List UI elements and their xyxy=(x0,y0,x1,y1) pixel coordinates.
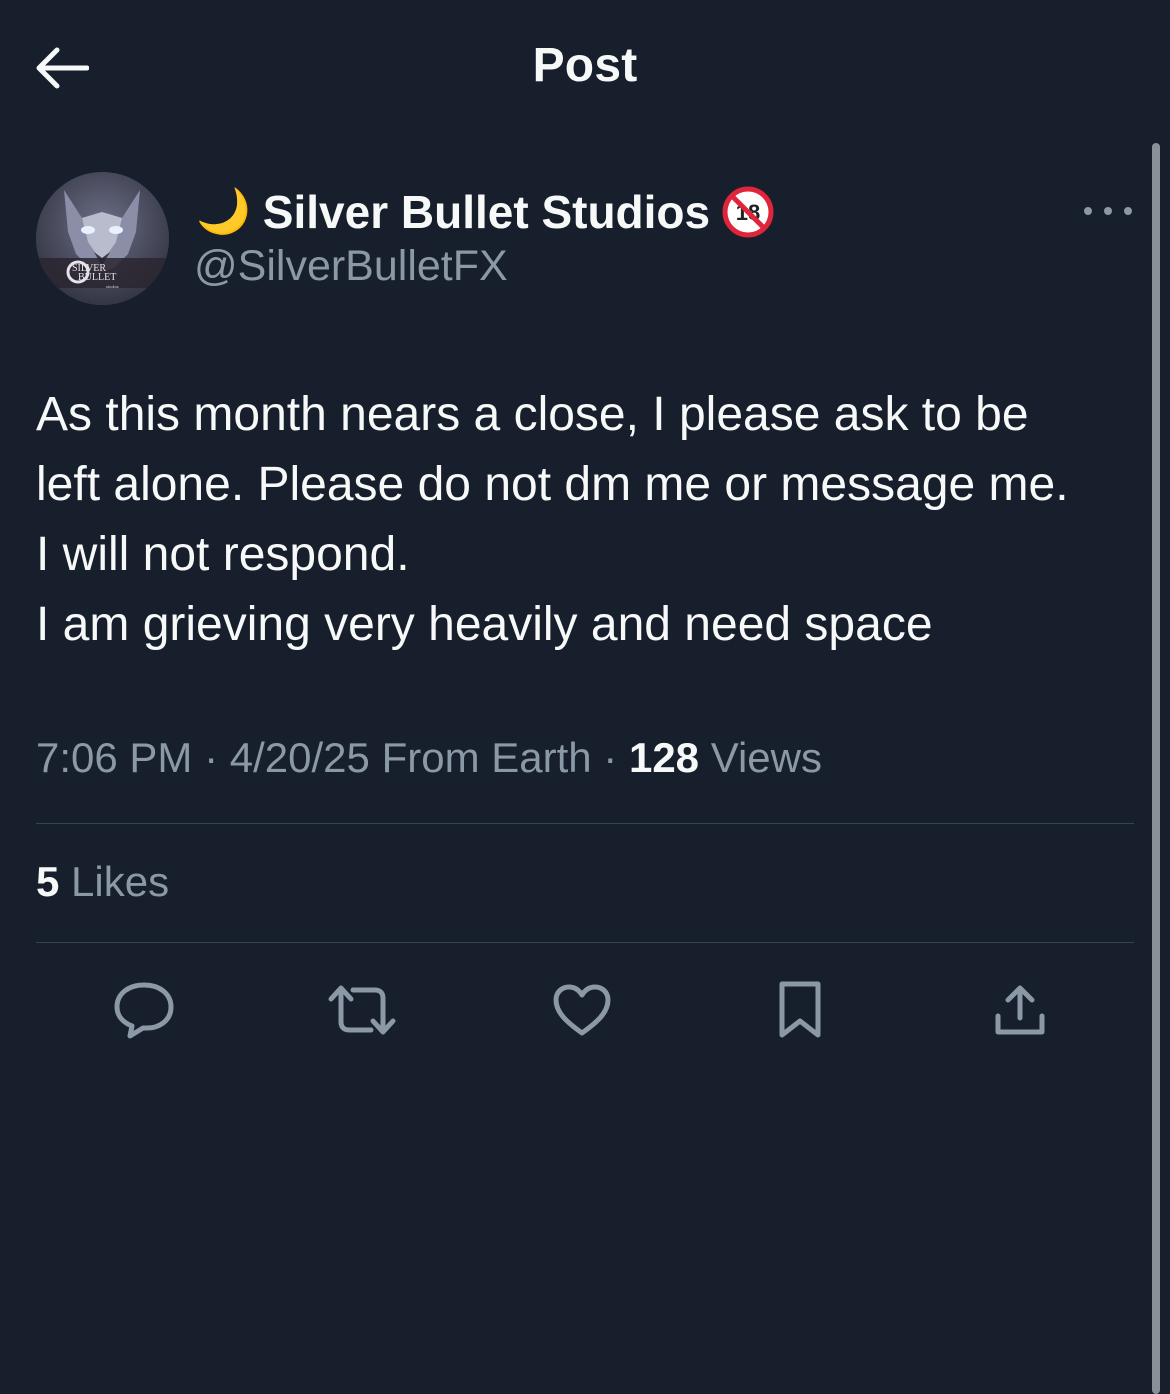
display-name-row[interactable]: 🌙 Silver Bullet Studios 18 xyxy=(196,182,774,242)
more-dot-icon xyxy=(1124,207,1132,215)
share-button[interactable] xyxy=(980,970,1060,1050)
moon-emoji: 🌙 xyxy=(196,187,251,236)
action-bar xyxy=(0,970,1170,1050)
divider xyxy=(36,942,1134,943)
share-icon xyxy=(995,985,1045,1035)
repost-icon xyxy=(328,985,396,1035)
svg-text:BULLET: BULLET xyxy=(78,272,116,283)
meta-separator: · xyxy=(204,734,219,781)
bookmark-button[interactable] xyxy=(760,970,840,1050)
post-text-line: I will not respond. xyxy=(36,528,410,581)
post-time[interactable]: 7:06 PM xyxy=(36,734,192,781)
post-text: As this month nears a close, I please as… xyxy=(36,380,1136,660)
more-dot-icon xyxy=(1104,207,1112,215)
display-name[interactable]: Silver Bullet Studios xyxy=(263,185,710,239)
more-options-button[interactable] xyxy=(1084,198,1132,224)
post-location: From Earth xyxy=(381,734,592,781)
svg-text:studios: studios xyxy=(106,284,119,289)
reply-icon xyxy=(114,982,174,1039)
header-bar: Post xyxy=(0,0,1170,140)
likes-count: 5 xyxy=(36,858,60,905)
post-text-line: As this month nears a close, I please as… xyxy=(36,388,1029,441)
like-button[interactable] xyxy=(542,970,622,1050)
bookmark-icon xyxy=(779,981,821,1038)
post-date[interactable]: 4/20/25 xyxy=(230,734,370,781)
views-count: 128 xyxy=(628,734,700,781)
page-title: Post xyxy=(532,39,638,92)
post-meta: 7:06 PM · 4/20/25 From Earth · 128 Views xyxy=(36,734,822,782)
more-dot-icon xyxy=(1084,207,1092,215)
post-text-line: left alone. Please do not dm me or messa… xyxy=(36,458,1069,511)
scrollbar[interactable] xyxy=(1152,143,1160,1394)
avatar[interactable]: SILVER BULLET studios xyxy=(36,172,169,305)
post-text-line: I am grieving very heavily and need spac… xyxy=(36,598,933,651)
divider xyxy=(36,823,1134,824)
like-icon xyxy=(553,984,611,1036)
views-label: Views xyxy=(710,734,822,781)
meta-separator: · xyxy=(603,734,618,781)
likes-label: Likes xyxy=(71,858,170,905)
no-under-18-icon: 18 xyxy=(722,186,774,238)
repost-button[interactable] xyxy=(322,970,402,1050)
wolf-avatar-image: SILVER BULLET studios xyxy=(36,172,169,305)
reply-button[interactable] xyxy=(104,970,184,1050)
likes-count-link[interactable]: 5 Likes xyxy=(36,858,169,906)
user-handle[interactable]: @SilverBulletFX xyxy=(194,242,508,291)
post-author: SILVER BULLET studios 🌙 Silver Bullet St… xyxy=(36,172,1136,312)
